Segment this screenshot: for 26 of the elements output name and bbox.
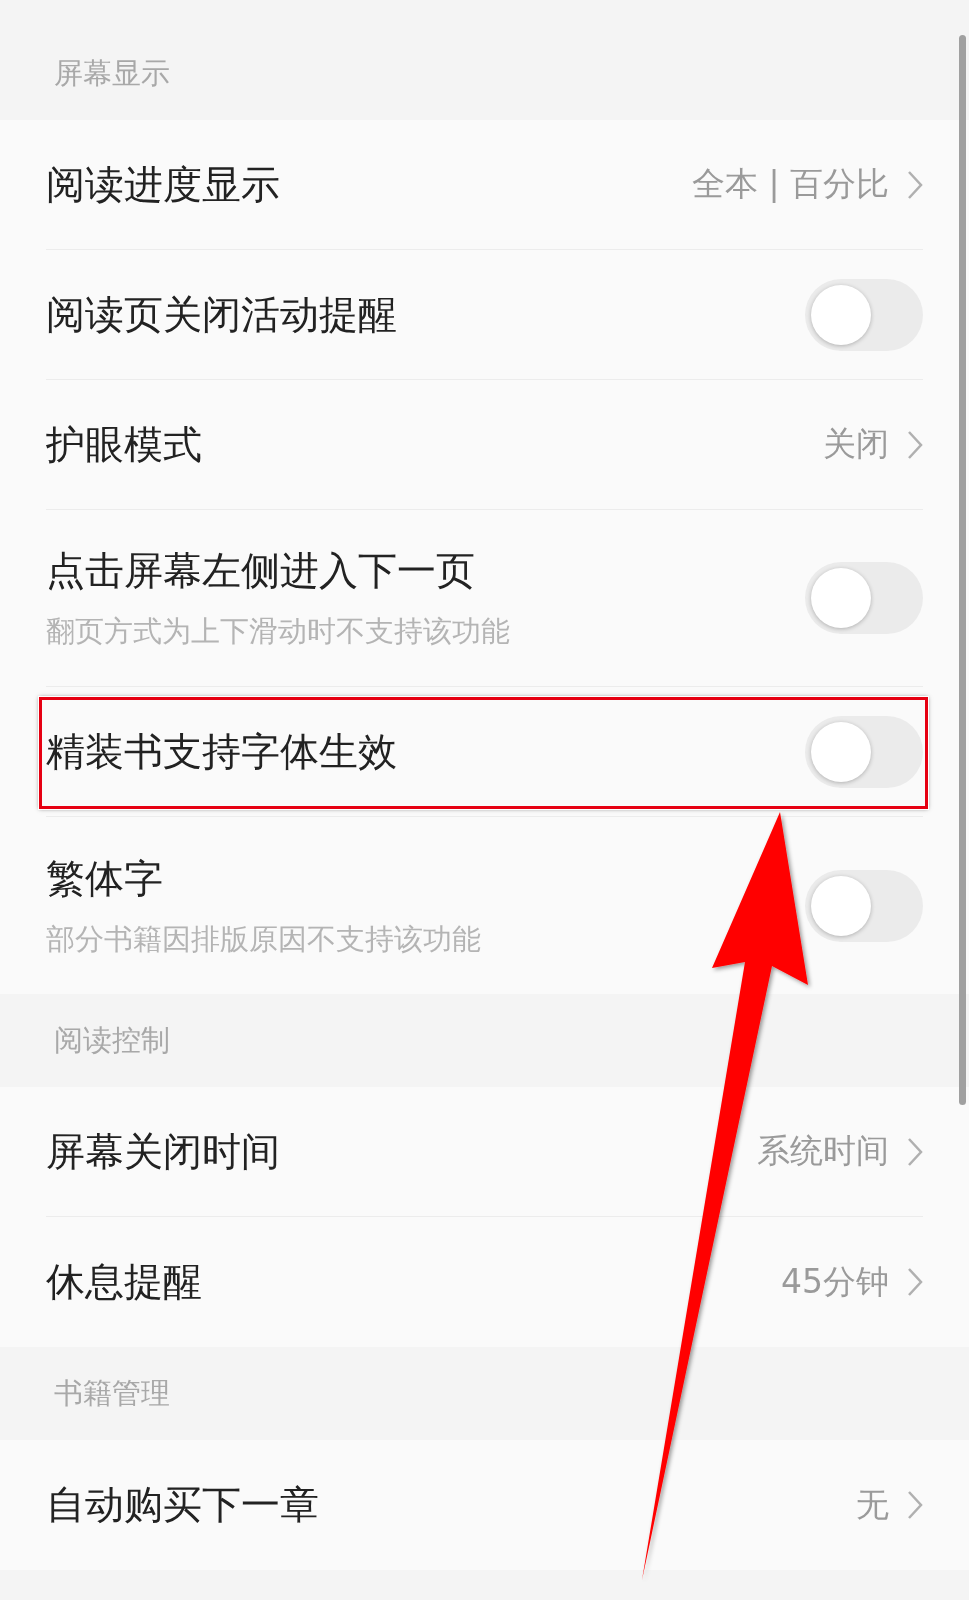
setting-title: 护眼模式 — [46, 420, 202, 469]
chevron-right-icon[interactable] — [907, 429, 923, 460]
chevron-right-icon[interactable] — [907, 1490, 923, 1520]
chevron-right-icon[interactable] — [907, 1267, 923, 1297]
section-header: 书籍管理 — [54, 1374, 170, 1412]
toggle-switch[interactable] — [805, 715, 923, 788]
setting-title: 自动购买下一章 — [46, 1481, 319, 1529]
setting-title: 休息提醒 — [46, 1258, 202, 1306]
chevron-right-icon[interactable] — [907, 1136, 923, 1167]
setting-title: 屏幕关闭时间 — [46, 1127, 280, 1176]
setting-value[interactable]: 全本 | 百分比 — [691, 162, 889, 207]
setting-value[interactable]: 系统时间 — [757, 1129, 889, 1174]
setting-value[interactable]: 无 — [856, 1482, 889, 1528]
setting-description: 翻页方式为上下滑动时不支持该功能 — [46, 613, 510, 650]
setting-title: 阅读进度显示 — [46, 160, 280, 209]
setting-title: 阅读页关闭活动提醒 — [46, 290, 397, 339]
setting-title: 繁体字 — [46, 854, 164, 903]
chevron-right-icon[interactable] — [907, 169, 923, 200]
section-header: 阅读控制 — [54, 1021, 170, 1059]
setting-description: 部分书籍因排版原因不支持该功能 — [46, 920, 481, 958]
toggle-switch[interactable] — [805, 869, 923, 942]
setting-value[interactable]: 关闭 — [823, 422, 889, 467]
section-header: 屏幕显示 — [54, 54, 170, 92]
setting-title: 精装书支持字体生效 — [46, 727, 397, 776]
setting-title: 点击屏幕左侧进入下一页 — [46, 547, 476, 595]
setting-value[interactable]: 45分钟 — [781, 1259, 889, 1305]
